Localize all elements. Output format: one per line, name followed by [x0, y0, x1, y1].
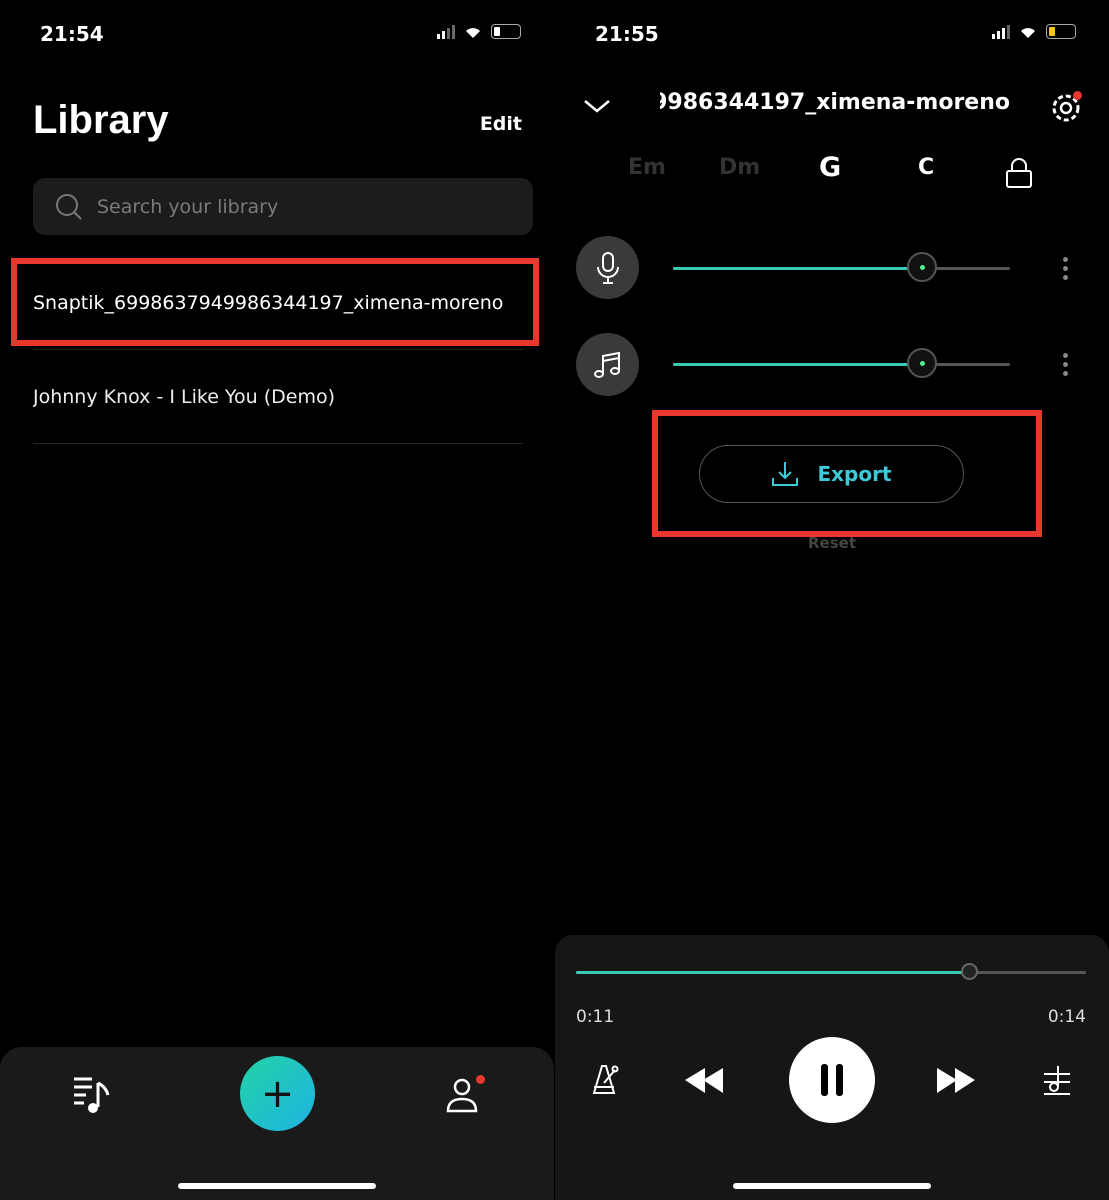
add-button[interactable]: +	[240, 1056, 315, 1131]
edit-button[interactable]: Edit	[480, 113, 522, 135]
fast-forward-icon[interactable]	[937, 1068, 977, 1093]
profile-icon[interactable]	[446, 1077, 478, 1113]
status-time: 21:55	[595, 22, 659, 46]
music-volume-slider[interactable]	[673, 348, 1010, 378]
tab-bar: +	[0, 1047, 554, 1200]
music-more-icon[interactable]	[1063, 353, 1068, 376]
status-icons	[437, 24, 521, 39]
wifi-icon	[466, 28, 480, 38]
home-indicator	[733, 1183, 931, 1189]
search-icon	[56, 193, 82, 220]
signal-icon	[437, 24, 455, 39]
home-indicator	[178, 1183, 376, 1189]
lock-icon[interactable]	[1005, 157, 1033, 189]
list-item-title: Johnny Knox - I Like You (Demo)	[33, 385, 335, 408]
battery-icon	[491, 24, 521, 39]
library-screen: 21:54 Library Edit Snaptik_6998637949986…	[0, 0, 554, 1200]
music-button[interactable]	[576, 333, 639, 396]
wifi-icon	[1021, 28, 1035, 38]
duration-time: 0:14	[1047, 1007, 1086, 1027]
chevron-down-icon[interactable]	[583, 98, 611, 114]
music-note-icon	[593, 351, 620, 378]
chord-g[interactable]: G	[819, 152, 841, 183]
elapsed-time: 0:11	[576, 1007, 615, 1027]
vocals-volume-slider[interactable]	[673, 252, 1010, 282]
metronome-icon[interactable]	[590, 1063, 620, 1095]
rewind-icon[interactable]	[685, 1068, 725, 1093]
list-item[interactable]: Johnny Knox - I Like You (Demo)	[33, 350, 523, 444]
vocals-more-icon[interactable]	[1063, 257, 1068, 280]
player-screen: 21:55 Snaptik_6998637949986344197_ximena…	[555, 0, 1109, 1200]
status-icons	[992, 24, 1076, 39]
microphone-icon	[596, 251, 619, 284]
search-bar[interactable]	[33, 178, 533, 235]
vocals-button[interactable]	[576, 236, 639, 299]
search-input[interactable]	[97, 195, 497, 218]
chord-em[interactable]: Em	[628, 155, 666, 180]
chord-c[interactable]: C	[918, 155, 934, 180]
notification-dot	[1073, 91, 1082, 100]
signal-icon	[992, 24, 1010, 39]
battery-icon	[1046, 24, 1076, 39]
progress-slider[interactable]	[576, 963, 1086, 980]
status-time: 21:54	[40, 22, 104, 46]
pause-icon	[821, 1064, 828, 1096]
highlight-box	[652, 410, 1042, 537]
add-icon: +	[260, 1070, 295, 1117]
pause-button[interactable]	[789, 1037, 875, 1123]
notification-dot	[476, 1075, 485, 1084]
transpose-icon[interactable]	[1042, 1064, 1072, 1096]
page-title: Library	[33, 98, 169, 142]
library-music-icon[interactable]	[72, 1075, 112, 1115]
chord-dm[interactable]: Dm	[719, 155, 760, 180]
song-title: Snaptik_6998637949986344197_ximena-moren…	[660, 90, 1010, 115]
highlight-box	[11, 258, 539, 346]
